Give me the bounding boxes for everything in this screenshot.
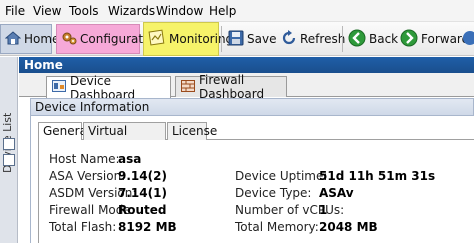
back-button[interactable]: Back [344, 24, 398, 54]
save-button-label: Save [247, 32, 277, 46]
dashboard-tab-strip: Device Dashboard Firewall Dashboard [19, 73, 474, 102]
total-memory-label: Total Memory: [235, 220, 319, 234]
total-memory-value: 2048 MB [319, 220, 378, 234]
device-list-strip[interactable]: Device List [0, 57, 18, 243]
tab-license[interactable]: License [167, 122, 217, 140]
menu-wizards[interactable]: Wizards [108, 4, 155, 18]
gears-icon [61, 30, 77, 49]
configuration-button[interactable]: Configuration [56, 24, 161, 54]
monitoring-icon [148, 29, 166, 50]
dashboard-icon [52, 80, 66, 95]
toolbar-separator [221, 26, 222, 52]
tab-firewall-dashboard-label: Firewall Dashboard [199, 73, 265, 101]
home-header: Home [19, 57, 474, 73]
asdm-version-value: 7.14(1) [118, 186, 167, 200]
home-button[interactable]: Home [0, 24, 59, 54]
menu-bar: File View Tools Wizards Window Help [0, 0, 474, 22]
device-list-icon[interactable] [3, 138, 15, 150]
forward-button[interactable]: Forward [396, 24, 469, 54]
back-arrow-icon [348, 29, 366, 50]
toolbar-separator [342, 26, 343, 52]
tab-device-dashboard[interactable]: Device Dashboard [46, 74, 171, 102]
vcpus-label: Number of vCPUs: [235, 203, 345, 217]
home-button-label: Home [24, 32, 60, 46]
floppy-disk-icon [228, 30, 244, 49]
device-uptime-value: 51d 11h 51m 31s [319, 169, 436, 183]
asa-version-value: 9.14(2) [118, 169, 167, 183]
asa-version-label: ASA Version: [49, 169, 126, 183]
device-uptime-label: Device Uptime: [235, 169, 328, 183]
refresh-icon [281, 29, 297, 49]
tab-firewall-dashboard[interactable]: Firewall Dashboard [175, 73, 287, 101]
refresh-button-label: Refresh [300, 32, 346, 46]
toolbar: Home Configuration Monitoring Save Refre… [0, 22, 474, 56]
tab-virtual-resources[interactable]: Virtual Resources [83, 122, 166, 152]
monitoring-button[interactable]: Monitoring [143, 22, 233, 56]
total-flash-label: Total Flash: [49, 220, 117, 234]
device-information-header: Device Information [30, 98, 474, 116]
forward-arrow-icon [400, 29, 418, 50]
refresh-button[interactable]: Refresh [277, 24, 345, 54]
menu-view[interactable]: View [33, 4, 61, 18]
total-flash-value: 8192 MB [118, 220, 177, 234]
bookmark-icon[interactable] [3, 154, 15, 166]
host-name-value: asa [118, 152, 142, 166]
help-icon [461, 30, 474, 49]
vcpus-value: 1 [319, 203, 328, 217]
device-information-tabs: General Virtual Resources License [38, 122, 474, 152]
tab-general[interactable]: General [38, 122, 90, 141]
home-icon [4, 30, 22, 49]
menu-window[interactable]: Window [156, 4, 203, 18]
firewall-icon [181, 79, 195, 95]
host-name-label: Host Name: [49, 152, 120, 166]
menu-file[interactable]: File [5, 4, 25, 18]
general-tab-content: Host Name: asa ASA Version: 9.14(2) ASDM… [38, 140, 474, 243]
firewall-mode-value: Routed [118, 203, 167, 217]
device-type-value: ASAv [319, 186, 354, 200]
toolbar-overflow-button[interactable] [461, 24, 474, 54]
menu-help[interactable]: Help [209, 4, 236, 18]
back-button-label: Back [369, 32, 399, 46]
device-type-label: Device Type: [235, 186, 312, 200]
save-button[interactable]: Save [224, 24, 276, 54]
menu-tools[interactable]: Tools [69, 4, 99, 18]
